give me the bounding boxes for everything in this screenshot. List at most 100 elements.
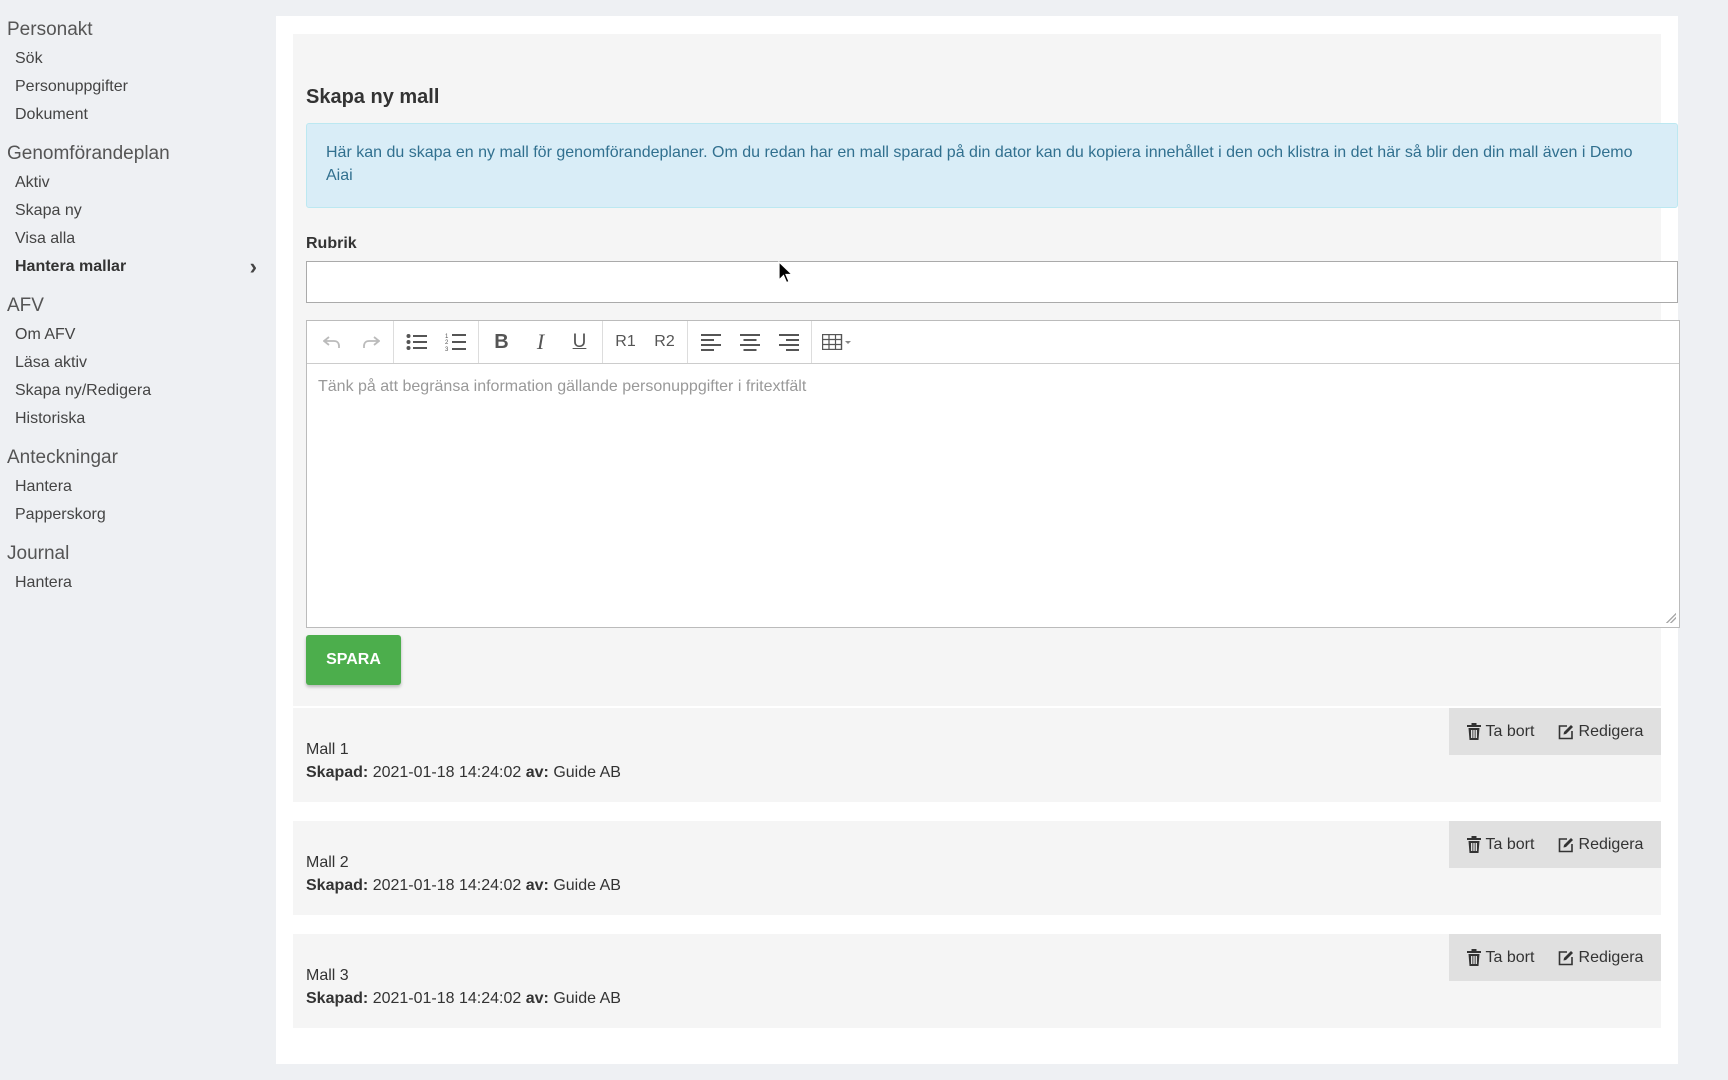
save-button[interactable]: SPARA	[306, 635, 401, 685]
numbered-list-icon[interactable]: 123	[436, 324, 475, 360]
template-name: Mall 2	[306, 854, 349, 871]
edit-button[interactable]: Redigera	[1558, 836, 1643, 854]
chevron-right-icon: ›	[249, 254, 257, 279]
nav-heading: AFV	[7, 295, 44, 316]
info-alert: Här kan du skapa en ny mall för genomför…	[306, 123, 1678, 208]
sidebar-item-visa-alla[interactable]: Visa alla	[0, 225, 265, 253]
edit-icon	[1558, 950, 1573, 965]
list-group: 123	[394, 321, 479, 363]
undo-icon[interactable]	[312, 324, 351, 360]
nav-section-journal: Journal Hantera	[0, 539, 265, 597]
author-name: Guide AB	[553, 990, 621, 1007]
edit-icon	[1558, 724, 1573, 739]
redo-icon[interactable]	[351, 324, 390, 360]
template-actions: Ta bort Redigera	[1449, 708, 1661, 755]
nav-heading: Genomförandeplan	[7, 143, 170, 164]
author-name: Guide AB	[553, 764, 621, 781]
nav-section-genomforandeplan: Genomförandeplan Aktiv Skapa ny Visa all…	[0, 139, 265, 281]
sidebar-item-label: Hantera	[15, 478, 72, 495]
sidebar-item-lasa-aktiv[interactable]: Läsa aktiv	[0, 349, 265, 377]
sidebar-item-hantera-anteckningar[interactable]: Hantera	[0, 473, 265, 501]
delete-button[interactable]: Ta bort	[1466, 949, 1534, 967]
r2-button[interactable]: R2	[645, 324, 684, 360]
align-center-icon[interactable]	[730, 324, 769, 360]
delete-button[interactable]: Ta bort	[1466, 722, 1535, 741]
bullet-list-icon[interactable]	[397, 324, 436, 360]
rich-text-editor: 123 B I U R1 R2 Tänk på att begränsa inf…	[306, 320, 1680, 628]
sidebar-item-label: Skapa ny	[15, 202, 82, 219]
main-content: Skapa ny mall Här kan du skapa en ny mal…	[276, 16, 1680, 1064]
sidebar-item-label: Visa alla	[15, 230, 76, 247]
page-title: Skapa ny mall	[306, 86, 440, 108]
sidebar-item-hantera-journal[interactable]: Hantera	[0, 569, 265, 597]
author-label: av:	[525, 764, 549, 781]
edit-button[interactable]: Redigera	[1558, 948, 1644, 967]
sidebar-item-label: Läsa aktiv	[15, 354, 88, 371]
template-meta: Skapad: 2021-01-18 14:24:02 av: Guide AB	[306, 877, 621, 895]
rubrik-label: Rubrik	[306, 235, 357, 252]
created-date: 2021-01-18 14:24:02	[372, 764, 522, 781]
template-card: Mall 1 Skapad: 2021-01-18 14:24:02 av: G…	[293, 708, 1661, 802]
edit-icon	[1558, 837, 1573, 852]
trash-icon	[1466, 723, 1481, 740]
table-icon[interactable]	[815, 324, 859, 360]
template-meta: Skapad: 2021-01-18 14:24:02 av: Guide AB	[306, 764, 621, 782]
delete-label: Ta bort	[1485, 835, 1535, 853]
sidebar-item-skapa-ny-redigera[interactable]: Skapa ny/Redigera	[0, 377, 265, 405]
template-name: Mall 1	[306, 741, 349, 758]
sidebar-item-label: Dokument	[15, 106, 88, 123]
rubrik-input[interactable]	[306, 261, 1678, 303]
template-card: Mall 3 Skapad: 2021-01-18 14:24:02 av: G…	[293, 934, 1661, 1028]
editor-content[interactable]: Tänk på att begränsa information gälland…	[307, 364, 1679, 626]
trash-icon	[1466, 836, 1481, 853]
sidebar-item-hantera-mallar[interactable]: Hantera mallar ›	[0, 253, 265, 281]
sidebar-item-label: Skapa ny/Redigera	[15, 382, 152, 399]
edit-button[interactable]: Redigera	[1558, 723, 1643, 741]
underline-button[interactable]: U	[560, 324, 599, 360]
heading-group: R1 R2	[603, 321, 688, 363]
template-actions: Ta bort Redigera	[1449, 934, 1661, 981]
template-name: Mall 3	[306, 967, 349, 984]
created-date: 2021-01-18 14:24:02	[372, 990, 522, 1007]
sidebar-item-label: Personuppgifter	[15, 78, 128, 95]
sidebar-item-personuppgifter[interactable]: Personuppgifter	[0, 73, 265, 101]
template-actions: Ta bort Redigera	[1449, 821, 1661, 868]
sidebar-item-label: Hantera mallar	[15, 258, 127, 275]
svg-text:3: 3	[445, 347, 449, 352]
sidebar-item-skapa-ny[interactable]: Skapa ny	[0, 197, 265, 225]
table-group	[812, 321, 862, 363]
created-label: Skapad:	[306, 764, 369, 781]
bold-button[interactable]: B	[482, 324, 521, 360]
italic-button[interactable]: I	[521, 324, 560, 360]
history-group	[309, 321, 394, 363]
sidebar-item-papperskorg[interactable]: Papperskorg	[0, 501, 265, 529]
sidebar-item-om-afv[interactable]: Om AFV	[0, 321, 265, 349]
editor-toolbar: 123 B I U R1 R2	[307, 321, 1679, 364]
sidebar-item-aktiv[interactable]: Aktiv	[0, 169, 265, 197]
author-label: av:	[525, 877, 549, 894]
sidebar-item-label: Papperskorg	[15, 506, 106, 523]
align-right-icon[interactable]	[769, 324, 808, 360]
author-label: av:	[525, 990, 549, 1007]
sidebar-item-sok[interactable]: Sök	[0, 45, 265, 73]
resize-handle-icon[interactable]	[1666, 613, 1676, 623]
delete-label: Ta bort	[1485, 722, 1535, 740]
sidebar-item-dokument[interactable]: Dokument	[0, 101, 265, 129]
sidebar-item-label: Aktiv	[15, 174, 50, 191]
align-left-icon[interactable]	[691, 324, 730, 360]
r1-button[interactable]: R1	[606, 324, 645, 360]
sidebar-item-label: Om AFV	[15, 326, 76, 343]
nav-section-personakt: Personakt Sök Personuppgifter Dokument	[0, 15, 265, 129]
svg-text:2: 2	[445, 340, 449, 346]
sidebar: Personakt Sök Personuppgifter Dokument G…	[0, 0, 265, 1080]
sidebar-item-label: Sök	[15, 50, 43, 67]
template-meta: Skapad: 2021-01-18 14:24:02 av: Guide AB	[306, 990, 621, 1008]
created-label: Skapad:	[306, 877, 369, 894]
nav-heading: Personakt	[7, 19, 93, 40]
sidebar-item-label: Hantera	[15, 574, 72, 591]
edit-label: Redigera	[1578, 948, 1644, 966]
sidebar-item-historiska[interactable]: Historiska	[0, 405, 265, 433]
delete-button[interactable]: Ta bort	[1466, 835, 1535, 854]
nav-heading: Anteckningar	[7, 447, 118, 468]
mouse-cursor-icon	[778, 261, 794, 284]
